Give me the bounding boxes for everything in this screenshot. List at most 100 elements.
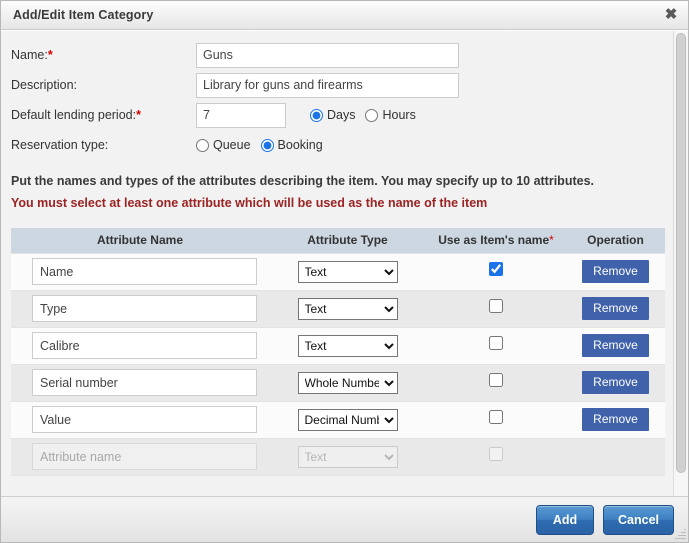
- reservation-booking-label: Booking: [277, 138, 323, 152]
- cell-attribute-type: TextWhole NumberDecimal Number: [269, 363, 426, 402]
- cell-attribute-name: [11, 400, 269, 439]
- attribute-type-select: TextWhole NumberDecimal Number: [297, 445, 398, 468]
- use-as-item-name-text: Use as Item's name: [438, 233, 550, 248]
- column-header-attribute-name: Attribute Name: [11, 228, 269, 253]
- cell-operation: [566, 437, 665, 476]
- reservation-queue-option[interactable]: Queue: [196, 138, 251, 152]
- name-required-marker: *: [47, 48, 53, 62]
- reservation-queue-radio[interactable]: [196, 138, 209, 152]
- cell-attribute-type: TextWhole NumberDecimal Number: [269, 400, 426, 439]
- cell-attribute-type: TextWhole NumberDecimal Number: [269, 437, 426, 476]
- use-as-item-name-required-marker: *: [549, 233, 554, 248]
- cell-operation: Remove: [566, 252, 665, 291]
- remove-button[interactable]: Remove: [582, 334, 649, 357]
- cell-attribute-name: [11, 437, 269, 476]
- use-as-item-name-checkbox[interactable]: [489, 336, 503, 350]
- attributes-warning-text: You must select at least one attribute w…: [11, 196, 488, 210]
- cell-operation: Remove: [566, 400, 665, 439]
- attribute-name-input[interactable]: [32, 369, 257, 396]
- use-as-item-name-checkbox[interactable]: [489, 373, 503, 387]
- attribute-name-input[interactable]: [32, 295, 257, 322]
- column-header-use-as-item-name: Use as Item's name*: [426, 228, 566, 253]
- cell-use-as-item-name: [426, 363, 566, 402]
- form-row-reservation-type: Reservation type: Queue Booking: [1, 130, 675, 160]
- attributes-table-head: Attribute Name Attribute Type Use as Ite…: [11, 228, 665, 253]
- lending-period-required-marker: *: [136, 108, 141, 122]
- table-row: TextWhole NumberDecimal Number Remove: [11, 289, 665, 328]
- lending-period-input[interactable]: [196, 102, 286, 128]
- attribute-name-input[interactable]: [32, 406, 257, 433]
- form-row-lending-period: Default lending period:* Days Hours: [1, 100, 675, 130]
- attribute-name-input: [32, 443, 257, 470]
- cell-use-as-item-name: [426, 400, 566, 439]
- attribute-type-select[interactable]: TextWhole NumberDecimal Number: [297, 371, 398, 394]
- cancel-button[interactable]: Cancel: [603, 504, 674, 535]
- cell-operation: Remove: [566, 363, 665, 402]
- lending-unit-hours-radio[interactable]: [365, 108, 379, 122]
- cell-use-as-item-name: [426, 252, 566, 291]
- use-as-item-name-checkbox: [489, 447, 503, 461]
- table-row: TextWhole NumberDecimal Number Remove: [11, 326, 665, 365]
- dialog-title: Add/Edit Item Category: [13, 8, 154, 22]
- attribute-name-input[interactable]: [32, 332, 257, 359]
- cell-operation: Remove: [566, 289, 665, 328]
- dialog-titlebar: Add/Edit Item Category ✖: [1, 1, 688, 30]
- cell-use-as-item-name: [426, 326, 566, 365]
- add-button[interactable]: Add: [536, 504, 594, 535]
- use-as-item-name-checkbox[interactable]: [489, 410, 503, 424]
- reservation-booking-option[interactable]: Booking: [260, 138, 323, 152]
- attributes-instruction-text: Put the names and types of the attribute…: [11, 174, 594, 188]
- resize-handle-icon[interactable]: [674, 528, 686, 540]
- description-input[interactable]: [196, 72, 459, 98]
- table-row: TextWhole NumberDecimal Number: [11, 437, 665, 476]
- cell-use-as-item-name: [426, 289, 566, 328]
- attribute-type-select[interactable]: TextWhole NumberDecimal Number: [297, 334, 398, 357]
- cell-operation: Remove: [566, 326, 665, 365]
- attributes-table-body: TextWhole NumberDecimal NumberRemoveText…: [11, 252, 665, 476]
- cell-attribute-name: [11, 252, 269, 291]
- attribute-type-select[interactable]: TextWhole NumberDecimal Number: [297, 297, 398, 320]
- reservation-booking-radio[interactable]: [260, 138, 274, 152]
- attribute-type-select[interactable]: TextWhole NumberDecimal Number: [297, 260, 398, 283]
- column-header-attribute-type: Attribute Type: [269, 228, 426, 253]
- remove-button[interactable]: Remove: [582, 408, 649, 431]
- form-row-description: Description:: [1, 70, 675, 100]
- description-label: Description:: [11, 78, 77, 92]
- reservation-queue-label: Queue: [213, 138, 251, 152]
- table-row: TextWhole NumberDecimal Number Remove: [11, 363, 665, 402]
- category-form: Name:* Description: Default lending peri…: [1, 31, 675, 160]
- lending-period-label-text: Default lending period:: [11, 108, 137, 122]
- vertical-scrollbar[interactable]: [673, 31, 688, 496]
- lending-unit-days-radio[interactable]: [310, 108, 323, 122]
- cell-attribute-type: TextWhole NumberDecimal Number: [269, 326, 426, 365]
- use-as-item-name-checkbox[interactable]: [489, 299, 503, 313]
- remove-button[interactable]: Remove: [582, 371, 649, 394]
- column-header-operation: Operation: [566, 228, 665, 253]
- name-input[interactable]: [196, 42, 459, 68]
- lending-unit-hours-option[interactable]: Hours: [365, 108, 416, 122]
- remove-button[interactable]: Remove: [582, 260, 649, 283]
- lending-unit-hours-label: Hours: [382, 108, 416, 122]
- attributes-header-row: Attribute Name Attribute Type Use as Ite…: [11, 228, 665, 253]
- vertical-scrollbar-thumb[interactable]: [676, 33, 686, 473]
- close-icon[interactable]: ✖: [663, 7, 679, 23]
- attribute-name-input[interactable]: [32, 258, 257, 285]
- lending-unit-days-option[interactable]: Days: [310, 108, 355, 122]
- use-as-item-name-checkbox[interactable]: [489, 262, 503, 276]
- attributes-notes: Put the names and types of the attribute…: [1, 160, 675, 210]
- cell-attribute-name: [11, 363, 269, 402]
- dialog-footer: Add Cancel: [1, 496, 688, 542]
- lending-period-unit-group: Days Hours: [310, 108, 426, 122]
- attributes-table: Attribute Name Attribute Type Use as Ite…: [11, 228, 665, 476]
- reservation-type-label: Reservation type:: [11, 138, 109, 152]
- remove-button[interactable]: Remove: [582, 297, 649, 320]
- cell-attribute-name: [11, 326, 269, 365]
- attribute-type-select[interactable]: TextWhole NumberDecimal Number: [297, 408, 398, 431]
- lending-unit-days-label: Days: [327, 108, 356, 122]
- table-row: TextWhole NumberDecimal Number Remove: [11, 400, 665, 439]
- reservation-type-group: Queue Booking: [196, 138, 333, 152]
- lending-period-label: Default lending period:*: [11, 108, 196, 122]
- cell-attribute-name: [11, 289, 269, 328]
- cell-attribute-type: TextWhole NumberDecimal Number: [269, 252, 426, 291]
- name-label: Name:*: [11, 48, 196, 62]
